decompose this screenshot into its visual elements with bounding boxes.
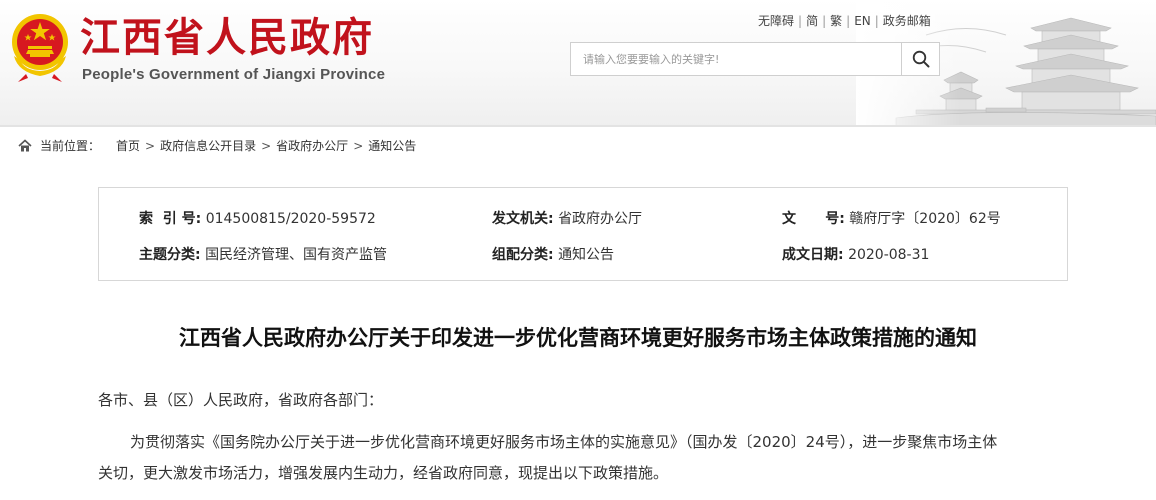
meta-index: 索 引 号: 014500815/2020-59572 bbox=[139, 208, 376, 228]
meta-date: 成文日期: 2020-08-31 bbox=[782, 244, 929, 264]
meta-group: 组配分类: 通知公告 bbox=[492, 244, 614, 264]
meta-index-label: 索 引 号: bbox=[139, 211, 202, 227]
meta-topic: 主题分类: 国民经济管理、国有资产监管 bbox=[139, 244, 387, 264]
gov-mailbox-link[interactable]: 政务邮箱 bbox=[883, 12, 931, 29]
search-icon bbox=[912, 50, 929, 68]
document-meta-box: 索 引 号: 014500815/2020-59572 发文机关: 省政府办公厅… bbox=[98, 187, 1068, 281]
meta-issuer-value: 省政府办公厅 bbox=[558, 211, 643, 227]
meta-group-value: 通知公告 bbox=[558, 247, 615, 263]
accessibility-link[interactable]: 无障碍 bbox=[758, 12, 794, 29]
breadcrumb-general-office[interactable]: 省政府办公厅 bbox=[276, 137, 348, 154]
site-header: 江西省人民政府 People's Government of Jiangxi P… bbox=[0, 0, 1156, 126]
breadcrumb-info-catalog[interactable]: 政府信息公开目录 bbox=[160, 137, 256, 154]
breadcrumb-label: 当前位置： bbox=[40, 139, 101, 153]
search-input[interactable] bbox=[571, 43, 901, 75]
divider: | bbox=[846, 13, 851, 28]
divider: | bbox=[874, 13, 879, 28]
home-icon bbox=[18, 138, 32, 151]
meta-group-label: 组配分类: bbox=[492, 247, 554, 263]
body-paragraph-line-2: 关切，更大激发市场活力，增强发展内生动力，经省政府同意，现提出以下政策措施。 bbox=[98, 464, 669, 482]
national-emblem-icon bbox=[12, 14, 68, 82]
top-links: 无障碍 | 简 | 繁 | EN | 政务邮箱 bbox=[758, 12, 931, 29]
breadcrumb-separator: > bbox=[353, 138, 364, 153]
meta-topic-label: 主题分类: bbox=[139, 247, 201, 263]
meta-issuer-label: 发文机关: bbox=[492, 211, 554, 227]
traditional-chinese-link[interactable]: 繁 bbox=[830, 12, 842, 29]
header-divider bbox=[0, 125, 1156, 127]
site-subtitle: People's Government of Jiangxi Province bbox=[82, 66, 386, 83]
search-button[interactable] bbox=[901, 43, 939, 75]
meta-docno-label: 文 号: bbox=[782, 211, 845, 227]
meta-topic-value: 国民经济管理、国有资产监管 bbox=[205, 247, 388, 263]
meta-date-label: 成文日期: bbox=[782, 247, 844, 263]
meta-docno: 文 号: 赣府厅字〔2020〕62号 bbox=[782, 208, 1001, 228]
document-title: 江西省人民政府办公厅关于印发进一步优化营商环境更好服务市场主体政策措施的通知 bbox=[179, 326, 977, 350]
meta-docno-value: 赣府厅字〔2020〕62号 bbox=[849, 211, 1001, 227]
meta-index-value: 014500815/2020-59572 bbox=[205, 211, 376, 227]
simplified-chinese-link[interactable]: 简 bbox=[806, 12, 818, 29]
divider: | bbox=[798, 13, 803, 28]
salutation: 各市、县（区）人民政府，省政府各部门： bbox=[98, 391, 384, 409]
meta-issuer: 发文机关: 省政府办公厅 bbox=[492, 208, 642, 228]
divider: | bbox=[822, 13, 827, 28]
breadcrumb-home[interactable]: 首页 bbox=[116, 137, 140, 154]
site-title[interactable]: 江西省人民政府 bbox=[80, 14, 374, 62]
meta-date-value: 2020-08-31 bbox=[848, 247, 930, 263]
breadcrumb-notices[interactable]: 通知公告 bbox=[368, 137, 416, 154]
breadcrumb-separator: > bbox=[145, 138, 156, 153]
body-paragraph-line-1: 为贯彻落实《国务院办公厅关于进一步优化营商环境更好服务市场主体的实施意见》（国办… bbox=[130, 433, 998, 451]
search-box bbox=[570, 42, 940, 76]
english-link[interactable]: EN bbox=[854, 14, 871, 28]
breadcrumb: 当前位置： 首页 > 政府信息公开目录 > 省政府办公厅 > 通知公告 bbox=[18, 137, 416, 154]
breadcrumb-separator: > bbox=[261, 138, 272, 153]
